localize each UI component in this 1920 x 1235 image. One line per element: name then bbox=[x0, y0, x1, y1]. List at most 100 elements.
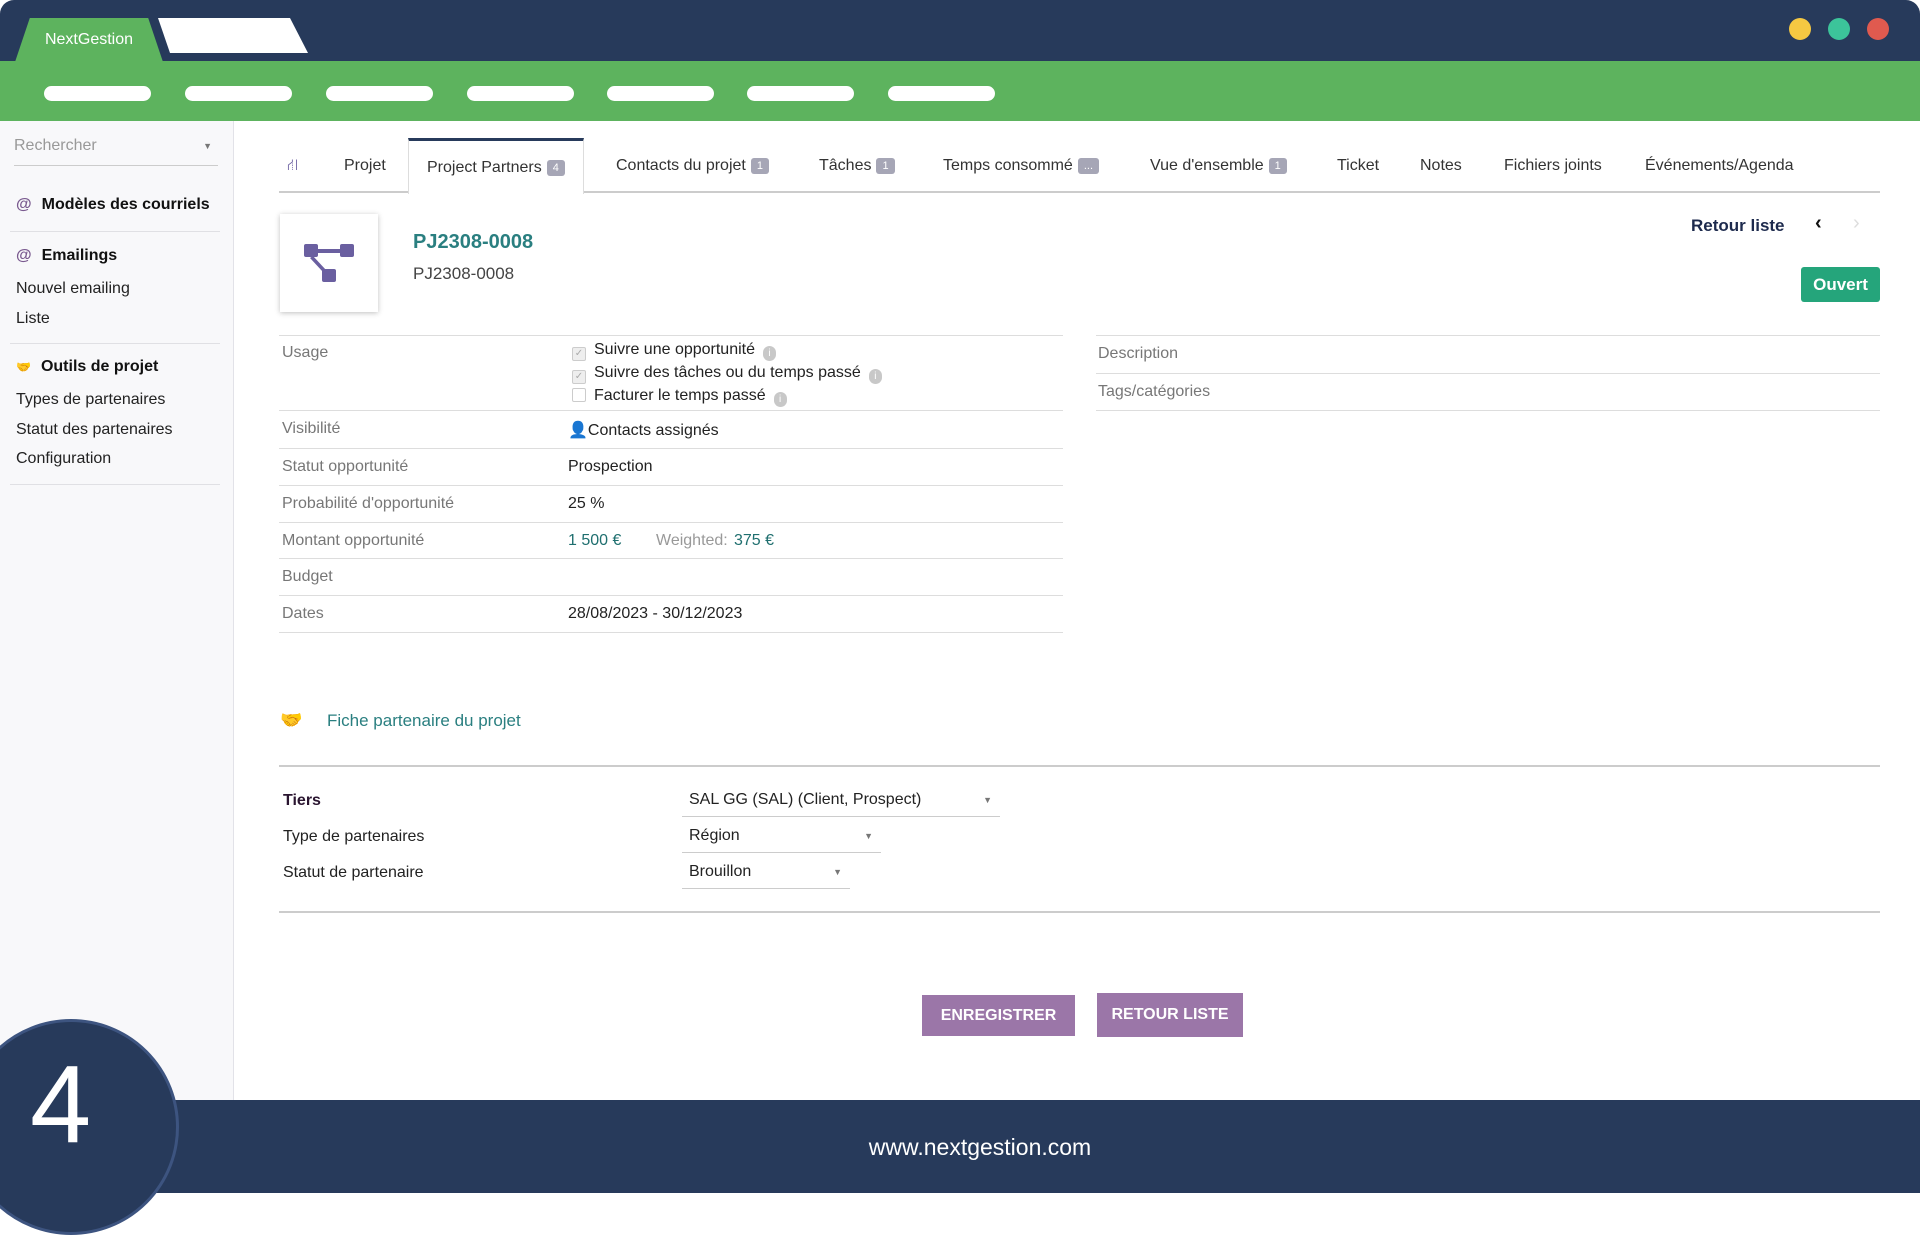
user-lock-icon: 👤 bbox=[568, 422, 588, 439]
usage-row: Usage ✓ Suivre une opportunité i ✓ Suivre d… bbox=[279, 335, 1063, 410]
field-value: 28/08/2023 - 30/12/2023 bbox=[568, 605, 743, 622]
search-select[interactable]: Rechercher ▼ bbox=[14, 137, 218, 166]
field-value: Prospection bbox=[568, 458, 653, 475]
chevron-down-icon: ▼ bbox=[833, 867, 842, 877]
back-to-list-link[interactable]: Retour liste bbox=[1691, 216, 1785, 236]
tab-fichiers[interactable]: Fichiers joints bbox=[1504, 138, 1602, 193]
tags-row: Tags/catégories bbox=[1096, 373, 1880, 411]
field-value: 1 500 € bbox=[568, 532, 622, 549]
next-icon[interactable]: › bbox=[1853, 212, 1860, 235]
sidebar-heading-project-tools[interactable]: 🤝 Outils de projet bbox=[16, 358, 158, 376]
field-label: Tiers bbox=[283, 792, 321, 809]
field-value: Contacts assignés bbox=[587, 422, 719, 439]
divider bbox=[279, 765, 1880, 767]
tab-label: Tâches bbox=[819, 156, 872, 174]
save-button[interactable]: ENREGISTRER bbox=[922, 995, 1075, 1036]
checkbox-checked[interactable]: ✓ bbox=[572, 370, 586, 384]
heading-label: Emailings bbox=[41, 247, 118, 264]
field-label: Probabilité d'opportunité bbox=[282, 495, 455, 512]
probability-row: Probabilité d'opportunité 25 % bbox=[279, 485, 1063, 522]
menu-placeholder[interactable] bbox=[607, 86, 714, 101]
partner-status-select[interactable]: Brouillon ▼ bbox=[682, 857, 850, 889]
option-label: Suivre une opportunité bbox=[594, 341, 755, 358]
section-title: Fiche partenaire du projet bbox=[327, 711, 521, 730]
chevron-down-icon: ▼ bbox=[864, 831, 873, 841]
field-label: Tags/catégories bbox=[1098, 383, 1211, 400]
chevron-down-icon: ▼ bbox=[203, 141, 212, 151]
menu-placeholder[interactable] bbox=[467, 86, 574, 101]
sidebar-heading-email-templates[interactable]: @ Modèles des courriels bbox=[16, 196, 210, 214]
chevron-down-icon: ▼ bbox=[983, 795, 992, 805]
at-icon: @ bbox=[16, 247, 32, 264]
at-icon: @ bbox=[16, 196, 32, 213]
status-badge: Ouvert bbox=[1801, 267, 1880, 302]
tab-bar: ⛙ Projet Project Partners 4 Contacts du p… bbox=[279, 138, 1880, 194]
menu-placeholder[interactable] bbox=[44, 86, 151, 101]
menu-placeholder[interactable] bbox=[747, 86, 854, 101]
field-value: 25 % bbox=[568, 495, 605, 512]
tab-taches[interactable]: Tâches 1 bbox=[819, 138, 895, 193]
close-dot[interactable] bbox=[1867, 18, 1889, 40]
divider bbox=[10, 343, 220, 344]
tab-contacts[interactable]: Contacts du projet 1 bbox=[616, 138, 769, 193]
field-label: Montant opportunité bbox=[282, 532, 425, 549]
step-number: 4 bbox=[30, 1043, 92, 1166]
usage-option[interactable]: ✓ Suivre une opportunité i bbox=[572, 341, 776, 361]
search-placeholder: Rechercher bbox=[14, 137, 97, 154]
sidebar-heading-emailings[interactable]: @ Emailings bbox=[16, 247, 117, 265]
tab-ticket[interactable]: Ticket bbox=[1337, 138, 1379, 193]
option-label: Suivre des tâches ou du temps passé bbox=[594, 364, 861, 381]
budget-row: Budget bbox=[279, 558, 1063, 595]
tab-evenements[interactable]: Événements/Agenda bbox=[1645, 138, 1794, 193]
back-to-list-button[interactable]: RETOUR LISTE bbox=[1097, 993, 1243, 1037]
project-label: PJ2308-0008 bbox=[413, 264, 515, 283]
app-tab-label: NextGestion bbox=[44, 31, 134, 48]
tab-badge: 4 bbox=[546, 159, 565, 176]
info-icon: i bbox=[868, 369, 882, 384]
sidebar-item-new-emailing[interactable]: Nouvel emailing bbox=[16, 280, 130, 298]
amount-row: Montant opportunité 1 500 € Weighted: 37… bbox=[279, 522, 1063, 558]
description-row: Description bbox=[1096, 335, 1880, 373]
tab-vue-ensemble[interactable]: Vue d'ensemble 1 bbox=[1150, 138, 1287, 193]
field-label: Type de partenaires bbox=[283, 828, 425, 845]
select-value: SAL GG (SAL) (Client, Prospect) bbox=[689, 791, 922, 808]
previous-icon[interactable]: ‹ bbox=[1815, 212, 1822, 235]
divider bbox=[10, 484, 220, 485]
sidebar-item-partner-statuses[interactable]: Statut des partenaires bbox=[16, 421, 173, 439]
field-label: Budget bbox=[282, 568, 333, 585]
usage-option[interactable]: ✓ Suivre des tâches ou du temps passé i bbox=[572, 364, 882, 384]
project-tree-icon[interactable]: ⛙ bbox=[287, 138, 298, 193]
partner-type-select[interactable]: Région ▼ bbox=[682, 821, 881, 853]
app-tab[interactable]: NextGestion bbox=[15, 18, 163, 62]
menu-placeholder[interactable] bbox=[888, 86, 995, 101]
checkbox-unchecked[interactable] bbox=[572, 388, 586, 402]
minimize-dot[interactable] bbox=[1789, 18, 1811, 40]
sidebar-item-list[interactable]: Liste bbox=[16, 310, 50, 328]
handshake-icon: 🤝 bbox=[280, 710, 303, 730]
usage-option[interactable]: Facturer le temps passé i bbox=[572, 387, 787, 407]
tab-badge: 1 bbox=[750, 157, 769, 174]
tab-project-partners[interactable]: Project Partners 4 bbox=[408, 138, 584, 194]
menu-placeholder[interactable] bbox=[326, 86, 433, 101]
info-icon: i bbox=[773, 392, 787, 407]
blank-tab[interactable] bbox=[158, 18, 308, 53]
tab-temps[interactable]: Temps consommé... bbox=[943, 138, 1099, 193]
footer-url: www.nextgestion.com bbox=[868, 1134, 1092, 1160]
maximize-dot[interactable] bbox=[1828, 18, 1850, 40]
checkbox-checked[interactable]: ✓ bbox=[572, 347, 586, 361]
tab-label: Contacts du projet bbox=[616, 156, 746, 174]
tab-label: Project Partners bbox=[427, 158, 542, 176]
project-tree-icon bbox=[304, 244, 354, 282]
field-label: Statut opportunité bbox=[282, 458, 409, 475]
divider bbox=[279, 911, 1880, 913]
tab-projet[interactable]: Projet bbox=[344, 138, 386, 193]
project-ref: PJ2308-0008 bbox=[413, 231, 534, 253]
tiers-select[interactable]: SAL GG (SAL) (Client, Prospect) ▼ bbox=[682, 785, 1000, 817]
opp-status-row: Statut opportunité Prospection bbox=[279, 448, 1063, 485]
tab-notes[interactable]: Notes bbox=[1420, 138, 1462, 193]
visibility-row: Visibilité 👤Contacts assignés bbox=[279, 410, 1063, 448]
sidebar-item-configuration[interactable]: Configuration bbox=[16, 450, 111, 468]
sidebar-item-partner-types[interactable]: Types de partenaires bbox=[16, 391, 165, 409]
menu-placeholder[interactable] bbox=[185, 86, 292, 101]
select-value: Brouillon bbox=[689, 863, 752, 880]
